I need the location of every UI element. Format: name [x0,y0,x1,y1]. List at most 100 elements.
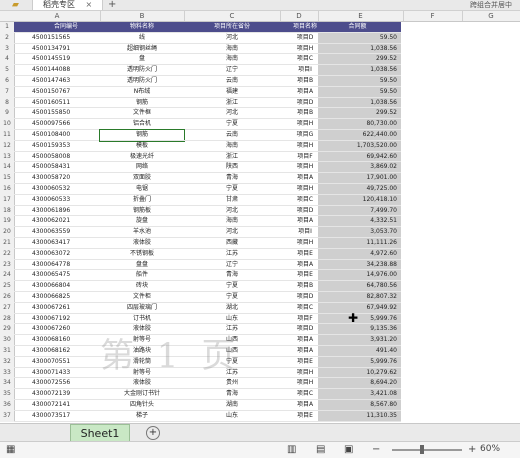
table-cell[interactable]: 4300063072 [14,249,100,260]
table-cell[interactable]: 山东 [184,314,280,325]
table-cell[interactable]: 4500058431 [14,162,100,174]
table-cell[interactable]: 辽宁 [184,260,280,271]
table-cell[interactable]: 超细钢丝绳 [100,44,184,55]
table-cell[interactable]: 西藏 [184,238,280,249]
row-header[interactable]: 4 [0,54,15,66]
table-cell[interactable]: 河北 [184,206,280,217]
table-cell[interactable]: 4300073517 [14,411,100,422]
table-cell[interactable]: 4,972.60 [318,248,401,260]
zoom-in-icon[interactable]: + [468,444,476,455]
table-cell[interactable]: 山东 [184,411,280,422]
table-cell[interactable]: 4300060532 [14,184,100,195]
table-cell[interactable]: 盘 [100,54,184,66]
table-cell[interactable]: 4300063417 [14,238,100,249]
table-cell[interactable]: 5,999.76 [318,356,401,368]
row-header[interactable]: 13 [0,151,15,163]
zoom-slider-knob[interactable] [420,445,424,454]
table-cell[interactable]: 4300063559 [14,227,100,238]
table-cell[interactable]: 11,111.26 [318,238,401,249]
zoom-slider[interactable] [392,449,462,451]
row-header[interactable]: 33 [0,367,15,379]
table-cell[interactable]: 订书机 [100,314,184,325]
table-cell[interactable]: 17,901.00 [318,173,401,184]
table-cell[interactable]: 宁夏 [184,184,280,195]
table-cell[interactable]: 4300067192 [14,314,100,325]
table-cell[interactable]: 模板 [100,141,184,152]
table-cell[interactable]: 液体胶 [100,378,184,390]
table-cell[interactable]: 合同额 [318,22,401,33]
row-header[interactable]: 26 [0,292,15,303]
table-cell[interactable]: 4300066825 [14,292,100,303]
table-cell[interactable]: 浙江 [184,98,280,109]
row-header[interactable]: 24 [0,270,15,282]
table-cell[interactable]: 4500159353 [14,141,100,152]
row-header[interactable]: 5 [0,65,15,76]
table-cell[interactable]: 文件柜 [100,292,184,303]
table-cell[interactable]: 4500147463 [14,76,100,87]
table-cell[interactable]: 10,279.62 [318,367,401,379]
column-header[interactable]: A [14,11,101,21]
table-cell[interactable]: 江苏 [184,249,280,260]
normal-view-icon[interactable]: ▥ [287,444,296,455]
table-cell[interactable]: 线 [100,33,184,44]
table-cell[interactable]: 4300064778 [14,260,100,271]
table-cell[interactable]: 49,725.00 [318,184,401,195]
table-cell[interactable]: 辽宁 [184,65,280,76]
table-cell[interactable]: 海南 [184,54,280,66]
table-cell[interactable]: 299.52 [318,108,401,120]
table-cell[interactable]: 34,238.88 [318,259,401,271]
row-header[interactable]: 36 [0,400,15,411]
table-cell[interactable]: 船件 [100,270,184,282]
table-cell[interactable]: 491.40 [318,346,401,357]
row-header[interactable]: 21 [0,238,15,249]
table-cell[interactable]: 梯子 [100,411,184,422]
row-header[interactable]: 6 [0,76,15,87]
table-cell[interactable]: 钢筋 [99,129,185,142]
table-cell[interactable]: 4500151565 [14,33,100,44]
row-header[interactable]: 20 [0,227,15,238]
table-cell[interactable]: 海南 [184,141,280,152]
table-cell[interactable]: 8,694.20 [318,378,401,390]
table-cell[interactable]: 电锯 [100,184,184,195]
table-cell[interactable]: 120,418.10 [318,194,401,206]
table-cell[interactable]: 青海 [184,389,280,400]
table-cell[interactable]: 1,038.56 [318,43,401,55]
table-cell[interactable]: 4300060533 [14,195,100,206]
table-cell[interactable]: 4300070551 [14,357,100,368]
table-cell[interactable]: 钢筋板 [100,206,184,217]
spreadsheet-grid[interactable]: ABCDEFG 1 合同编号 物料名称 项目所在省份 项目名称 合同额 2 450015156… [0,11,520,423]
table-cell[interactable]: 双面胶 [100,173,184,184]
table-cell[interactable]: 299.52 [318,54,401,66]
row-header[interactable]: 29 [0,324,15,336]
table-cell[interactable]: 不锈钢板 [100,249,184,260]
table-cell[interactable]: 砖块 [100,281,184,292]
row-header[interactable]: 3 [0,43,15,55]
table-cell[interactable]: 69,942.60 [318,151,401,163]
table-cell[interactable]: 4500058008 [14,152,100,163]
close-icon[interactable]: × [86,0,93,9]
table-cell[interactable]: 5,999.76 [318,313,401,325]
table-cell[interactable]: 4500150767 [14,87,100,98]
table-cell[interactable]: 合同编号 [14,22,100,33]
table-cell[interactable]: 4300072141 [14,400,100,411]
row-header[interactable]: 16 [0,184,15,195]
table-cell[interactable]: 河北 [184,33,280,44]
table-cell[interactable]: 59.50 [318,32,401,44]
table-cell[interactable]: 四层玻璃门 [100,303,184,314]
row-header[interactable]: 32 [0,356,15,368]
table-cell[interactable]: 80,730.00 [318,119,401,130]
table-cell[interactable]: 8,567.80 [318,400,401,411]
table-cell[interactable]: 河北 [184,108,280,120]
zoom-out-icon[interactable]: − [372,444,380,455]
table-cell[interactable]: 3,869.02 [318,162,401,174]
table-cell[interactable]: 9,135.36 [318,324,401,336]
table-cell[interactable]: 4300068160 [14,335,100,346]
table-cell[interactable]: 4500108400 [14,130,100,141]
table-cell[interactable]: 云南 [184,76,280,87]
folder-icon[interactable]: ▰ [12,0,19,10]
table-cell[interactable]: 4300058720 [14,173,100,184]
table-cell[interactable]: 福建 [184,87,280,98]
row-header[interactable]: 11 [0,130,15,141]
table-cell[interactable]: 4500160511 [14,98,100,109]
table-cell[interactable]: 云南 [184,130,280,141]
